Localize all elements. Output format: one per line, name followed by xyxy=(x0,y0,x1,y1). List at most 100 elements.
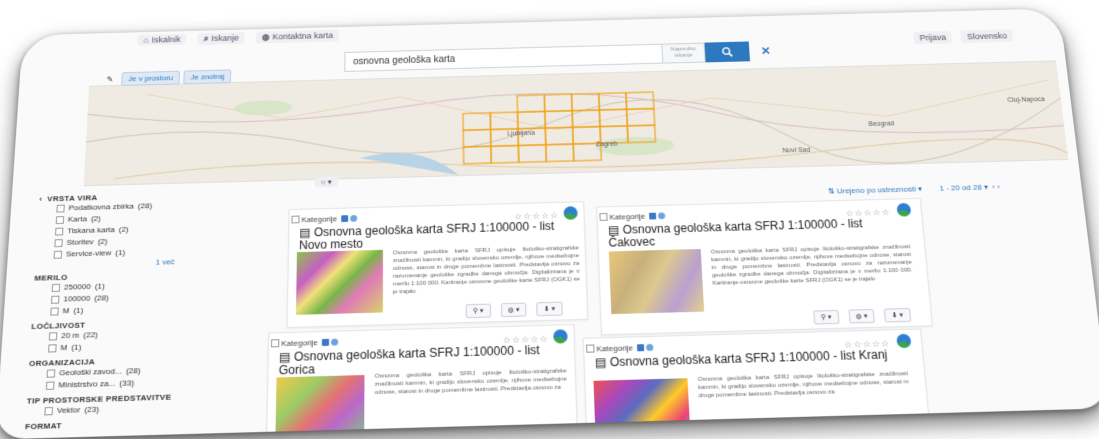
result-card[interactable]: Kategorije ☆☆☆☆☆ ▤ Osnovna geološka kart… xyxy=(582,328,931,438)
facet-item-label: Service-view xyxy=(65,248,112,259)
checkbox-icon[interactable] xyxy=(586,344,595,353)
search-small-icon: ⌕ xyxy=(203,33,209,43)
facet-item-label: Ministrstvo za... xyxy=(58,378,116,390)
map-thumbnail[interactable] xyxy=(295,249,383,315)
map-label-2: Zagreb xyxy=(595,141,618,149)
provider-logo-icon xyxy=(553,329,568,344)
database-icon xyxy=(649,212,666,220)
download-icon[interactable]: ⬇ ▾ xyxy=(883,307,911,323)
checkbox-icon[interactable] xyxy=(291,215,300,224)
close-icon[interactable]: ✕ xyxy=(761,45,772,58)
pager[interactable]: 1 - 20 od 28 ▾ ‹ › xyxy=(939,182,1000,192)
database-icon xyxy=(321,338,339,346)
facet-sidebar: ‹ VRSTA VIRA Podatkovna zbirka (28) Karta… xyxy=(25,185,258,431)
facet-item-label: Storitev xyxy=(66,237,94,247)
checkbox-icon[interactable] xyxy=(56,204,65,213)
checkbox-icon[interactable] xyxy=(271,339,280,348)
facet-item-count: (2) xyxy=(90,214,101,224)
search-input[interactable] xyxy=(344,43,664,72)
database-icon xyxy=(636,343,654,352)
login-button[interactable]: Prijava xyxy=(913,30,953,45)
card-description: Osnovna geološka karta SFRJ opisuje lito… xyxy=(374,368,567,397)
advanced-search-link[interactable]: Napredno iskanje xyxy=(662,42,706,64)
card-description: Osnovna geološka karta SFRJ opisuje lito… xyxy=(392,245,580,296)
provider-logo-icon xyxy=(896,202,912,217)
search-button[interactable] xyxy=(704,41,751,63)
globe-icon[interactable]: ◍ ▾ xyxy=(848,308,876,324)
facet-item-count: (1) xyxy=(73,305,84,315)
map-label-5: Beograd xyxy=(868,120,895,128)
checkbox-icon[interactable] xyxy=(44,406,54,416)
search-icon xyxy=(721,46,733,57)
checkbox-icon[interactable] xyxy=(54,239,63,248)
link-icon[interactable]: ⚲ ▾ xyxy=(813,309,840,325)
checkbox-icon[interactable] xyxy=(599,212,608,221)
download-icon[interactable]: ⬇ ▾ xyxy=(536,301,563,317)
facet-item-label: 100000 xyxy=(63,293,91,304)
sort-label: Urejeno po ustreznosti xyxy=(836,184,917,196)
checkbox-icon[interactable] xyxy=(50,295,60,304)
facet-title[interactable]: FORMAT xyxy=(25,416,252,431)
checkbox-icon[interactable] xyxy=(45,381,55,390)
facet-item-count: (2) xyxy=(118,224,129,234)
facet-item-label: Podatkovna zbirka xyxy=(68,201,135,213)
facet-item-count: (22) xyxy=(83,330,99,340)
extent-filter-button[interactable]: Je v prostoru xyxy=(121,70,181,86)
result-sort-row: ⇅ Urejeno po ustreznosti ▾ 1 - 20 od 28 … xyxy=(828,182,1001,195)
map-canvas xyxy=(83,61,1069,186)
nav-tab-1[interactable]: ⌂ Iskalnik xyxy=(137,33,187,46)
facet-item-count: (33) xyxy=(119,378,135,388)
facet-item-count: (1) xyxy=(94,281,106,291)
result-card[interactable]: Kategorije ☆☆☆☆☆ ▤ Osnovna geološka kart… xyxy=(286,201,589,328)
checkbox-icon[interactable] xyxy=(48,344,57,353)
language-dropdown[interactable]: Slovensko xyxy=(960,29,1014,44)
search-bar: Napredno iskanje ✕ xyxy=(344,41,771,72)
map-label-1: Ljubljana xyxy=(507,130,535,138)
facet-item-count: (28) xyxy=(94,293,109,303)
map-zoom-control[interactable]: ○ ▾ xyxy=(314,176,338,188)
checkbox-icon[interactable] xyxy=(55,216,65,225)
facet-item-count: (2) xyxy=(97,237,108,246)
facet-item-count: (23) xyxy=(84,404,100,415)
card-category-label: Kategorije xyxy=(281,338,318,349)
sort-dropdown[interactable]: ⇅ Urejeno po ustreznosti ▾ xyxy=(828,185,923,196)
globe-icon: ◍ xyxy=(261,31,270,42)
nav-tab-3[interactable]: ◍ Kontaktna karta xyxy=(256,29,339,44)
tilted-window: ⌂ Iskalnik ⌕ Iskanje ◍ Kontaktna karta Prij… xyxy=(0,8,1099,439)
facet-item-label: Tiskana karta xyxy=(67,225,116,236)
map-view[interactable]: Ljubljana Zagreb Novi Sad Cluj-Napoca Be… xyxy=(83,60,1069,187)
show-more-link[interactable]: 1 več xyxy=(155,255,255,266)
link-icon[interactable]: ⚲ ▾ xyxy=(465,303,491,319)
map-thumbnail[interactable] xyxy=(275,374,365,439)
card-category-label: Kategorije xyxy=(596,343,634,354)
card-category: Kategorije xyxy=(609,211,666,222)
checkbox-icon[interactable] xyxy=(51,283,61,292)
top-navigation: ⌂ Iskalnik ⌕ Iskanje ◍ Kontaktna karta xyxy=(137,10,982,48)
checkbox-icon[interactable] xyxy=(53,250,63,259)
card-category-label: Kategorije xyxy=(301,214,338,225)
pager-label: 1 - 20 od 28 xyxy=(939,182,983,193)
nav-tab-1-label: Iskalnik xyxy=(151,34,181,45)
result-card[interactable]: Kategorije ☆☆☆☆☆ ▤ Osnovna geološka kart… xyxy=(265,324,578,439)
pencil-icon[interactable]: ✎ xyxy=(102,72,118,85)
card-category-label: Kategorije xyxy=(609,211,646,222)
facet-item-label: M xyxy=(62,306,70,316)
map-thumbnail[interactable] xyxy=(593,378,691,437)
card-description: Osnovna geološka karta SFRJ opisuje lito… xyxy=(697,371,909,400)
checkbox-icon[interactable] xyxy=(46,369,56,378)
nav-tab-2[interactable]: ⌕ Iskanje xyxy=(197,31,245,45)
intersect-filter-button[interactable]: Je znotraj xyxy=(183,69,232,85)
checkbox-icon[interactable] xyxy=(48,332,58,341)
card-category: Kategorije xyxy=(301,214,358,225)
database-icon: ▤ xyxy=(594,355,611,370)
map-label-3: Novi Sad xyxy=(782,147,811,155)
result-card[interactable]: Kategorije ☆☆☆☆☆ ▤ Osnovna geološka kart… xyxy=(596,197,933,336)
card-actions: ⚲ ▾ ◍ ▾ ⬇ ▾ xyxy=(813,307,911,325)
nav-tab-3-label: Kontaktna karta xyxy=(272,30,334,42)
map-thumbnail[interactable] xyxy=(608,248,705,315)
card-category: Kategorije xyxy=(281,338,339,349)
facet-item-count: (1) xyxy=(115,248,126,258)
checkbox-icon[interactable] xyxy=(55,227,64,236)
globe-icon[interactable]: ◍ ▾ xyxy=(500,302,527,318)
checkbox-icon[interactable] xyxy=(50,307,59,316)
